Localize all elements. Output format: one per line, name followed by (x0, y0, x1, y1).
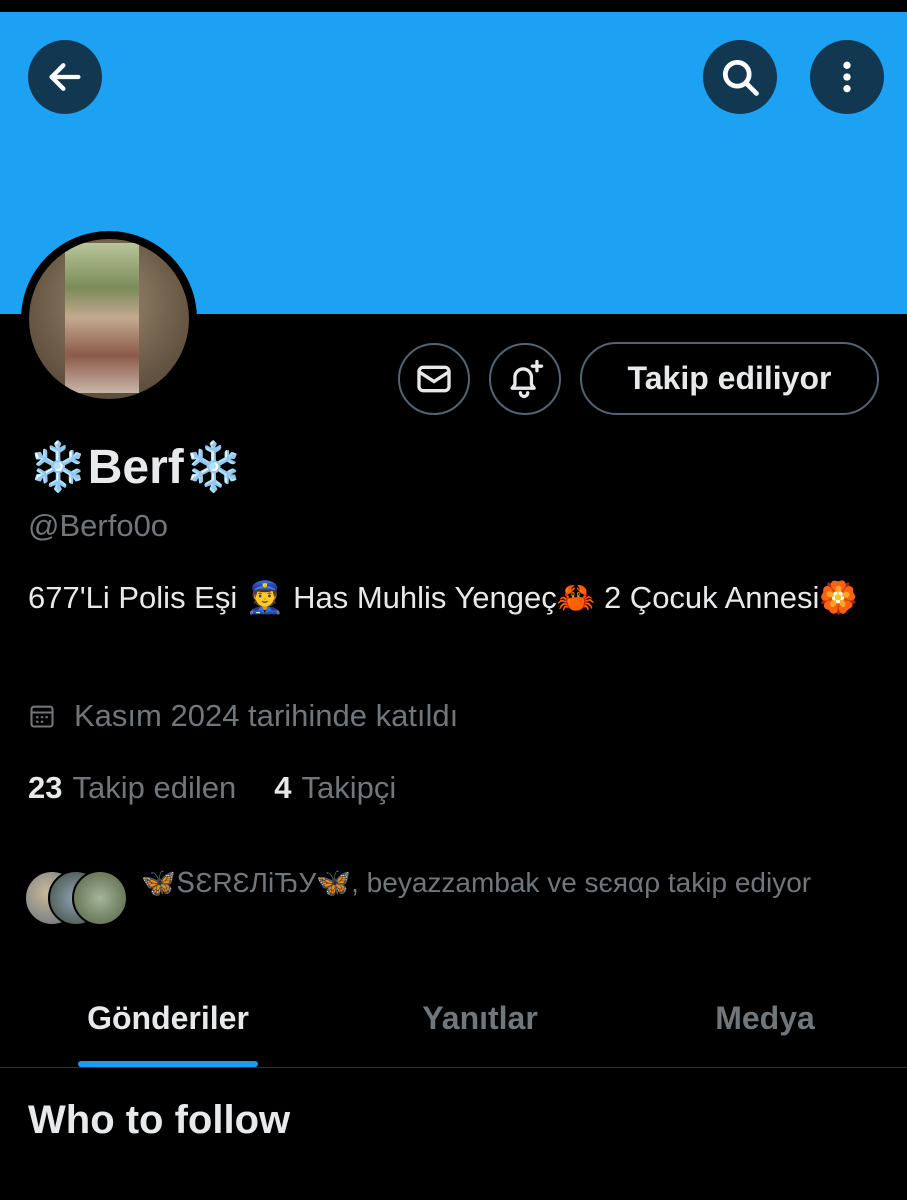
avatar[interactable] (21, 231, 197, 407)
follow-stats: 23 Takip edilen 4 Takipçi (28, 770, 434, 806)
notification-button[interactable] (489, 343, 561, 415)
followers-count: 4 (274, 770, 292, 805)
tab-posts[interactable]: Gönderiler (28, 968, 308, 1068)
message-button[interactable] (398, 343, 470, 415)
bell-plus-icon (510, 359, 544, 399)
calendar-icon (30, 705, 54, 728)
profile-tabs: Gönderiler Yanıtlar Medya (0, 968, 907, 1068)
search-icon (722, 59, 759, 96)
display-name: ❄️Berf❄️ (28, 441, 244, 494)
followers-stat[interactable]: 4 Takipçi (274, 770, 396, 806)
avatar-photo (65, 243, 139, 393)
mutual-avatar (72, 870, 128, 926)
more-button[interactable] (810, 40, 884, 114)
following-count: 23 (28, 770, 63, 805)
join-date-text: Kasım 2024 tarihinde katıldı (74, 698, 459, 733)
mutual-followers-text: 🦋ՏƐRƐЛiЂУ🦋, beyazzambak ve sєяαρ takip e… (141, 867, 812, 898)
envelope-icon (417, 365, 451, 393)
following-button[interactable]: Takip ediliyor (580, 342, 879, 415)
following-label: Takip edilen (72, 770, 237, 805)
arrow-left-icon (49, 63, 81, 91)
section-title: Who to follow (28, 1098, 291, 1142)
bio: 677'Li Polis Eşi 👮 Has Muhlis Yengeç🦀 2 … (28, 580, 858, 615)
avatar-image (29, 239, 189, 399)
followers-label: Takipçi (301, 770, 397, 805)
handle: @Berfo0o (28, 508, 169, 543)
more-vertical-icon (843, 61, 851, 93)
tab-replies[interactable]: Yanıtlar (340, 968, 620, 1068)
following-stat[interactable]: 23 Takip edilen (28, 770, 236, 806)
active-tab-indicator (78, 1061, 258, 1067)
search-button[interactable] (703, 40, 777, 114)
tab-media[interactable]: Medya (625, 968, 905, 1068)
mutual-followers[interactable]: 🦋ՏƐRƐЛiЂУ🦋, beyazzambak ve sєяαρ takip e… (24, 862, 884, 942)
status-bar (0, 0, 907, 12)
back-button[interactable] (28, 40, 102, 114)
join-date: Kasım 2024 tarihinde katıldı (28, 698, 458, 734)
